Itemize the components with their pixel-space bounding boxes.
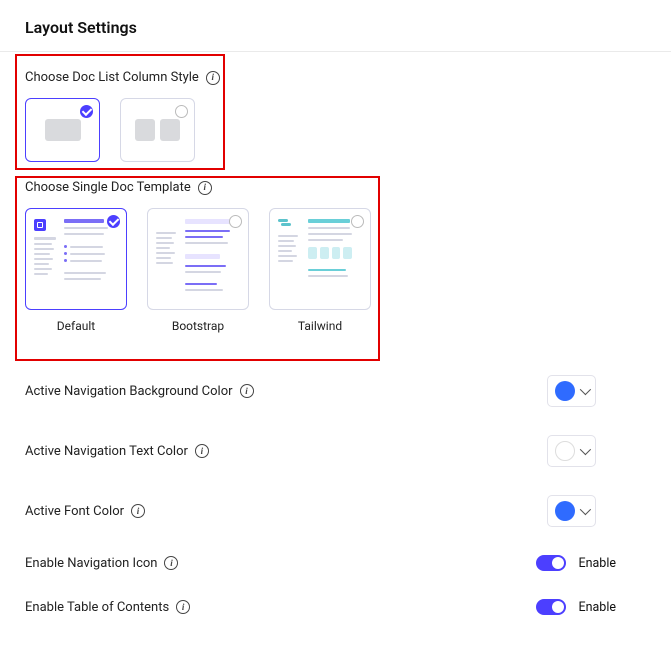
toggle-enable-toc[interactable] xyxy=(536,599,566,615)
tailwind-icon xyxy=(278,219,292,229)
info-icon[interactable]: i xyxy=(240,384,254,398)
radio-empty-icon xyxy=(229,215,242,228)
column-preview-double-left xyxy=(135,119,155,141)
info-icon[interactable]: i xyxy=(206,71,220,85)
chevron-down-icon xyxy=(580,444,591,455)
color-swatch xyxy=(555,441,575,461)
template-label-tailwind: Tailwind xyxy=(298,319,342,333)
toggle-enable-nav-icon[interactable] xyxy=(536,555,566,571)
radio-empty-icon xyxy=(351,215,364,228)
setting-label-enable-toc: Enable Table of Contents xyxy=(25,600,169,615)
template-option-default[interactable] xyxy=(25,208,127,310)
color-swatch xyxy=(555,501,575,521)
column-style-section: Choose Doc List Column Style i xyxy=(25,52,646,162)
setting-active-nav-text: Active Navigation Text Color i xyxy=(25,421,646,481)
chevron-down-icon xyxy=(580,384,591,395)
toggle-value-enable-nav-icon: Enable xyxy=(579,556,617,571)
column-style-label: Choose Doc List Column Style xyxy=(25,70,199,85)
single-doc-section: Choose Single Doc Template i xyxy=(25,162,646,333)
color-picker-active-font[interactable] xyxy=(547,495,596,527)
column-preview-single xyxy=(45,119,81,141)
setting-enable-toc: Enable Table of Contents i Enable xyxy=(25,585,646,629)
info-icon[interactable]: i xyxy=(164,556,178,570)
info-icon[interactable]: i xyxy=(195,444,209,458)
setting-active-nav-bg: Active Navigation Background Color i xyxy=(25,361,646,421)
template-label-bootstrap: Bootstrap xyxy=(172,319,224,333)
template-option-tailwind[interactable] xyxy=(269,208,371,310)
info-icon[interactable]: i xyxy=(198,181,212,195)
setting-label-active-nav-text: Active Navigation Text Color xyxy=(25,444,188,459)
template-option-bootstrap[interactable] xyxy=(147,208,249,310)
info-icon[interactable]: i xyxy=(131,504,145,518)
column-style-option-single[interactable] xyxy=(25,98,100,162)
toggle-value-enable-toc: Enable xyxy=(579,600,617,615)
chevron-down-icon xyxy=(580,504,591,515)
template-label-default: Default xyxy=(57,319,95,333)
color-picker-active-nav-bg[interactable] xyxy=(547,375,596,407)
column-preview-double-right xyxy=(160,119,180,141)
info-icon[interactable]: i xyxy=(176,600,190,614)
single-doc-label: Choose Single Doc Template xyxy=(25,180,191,195)
setting-label-active-nav-bg: Active Navigation Background Color xyxy=(25,384,233,399)
setting-label-enable-nav-icon: Enable Navigation Icon xyxy=(25,556,157,571)
column-style-option-double[interactable] xyxy=(120,98,195,162)
color-swatch xyxy=(555,381,575,401)
setting-active-font: Active Font Color i xyxy=(25,481,646,541)
page-title: Layout Settings xyxy=(25,18,646,51)
color-picker-active-nav-text[interactable] xyxy=(547,435,596,467)
doc-icon xyxy=(34,219,46,231)
radio-empty-icon xyxy=(175,105,188,118)
setting-enable-nav-icon: Enable Navigation Icon i Enable xyxy=(25,541,646,585)
selected-check-icon xyxy=(80,105,93,118)
setting-label-active-font: Active Font Color xyxy=(25,504,124,519)
selected-check-icon xyxy=(107,215,120,228)
